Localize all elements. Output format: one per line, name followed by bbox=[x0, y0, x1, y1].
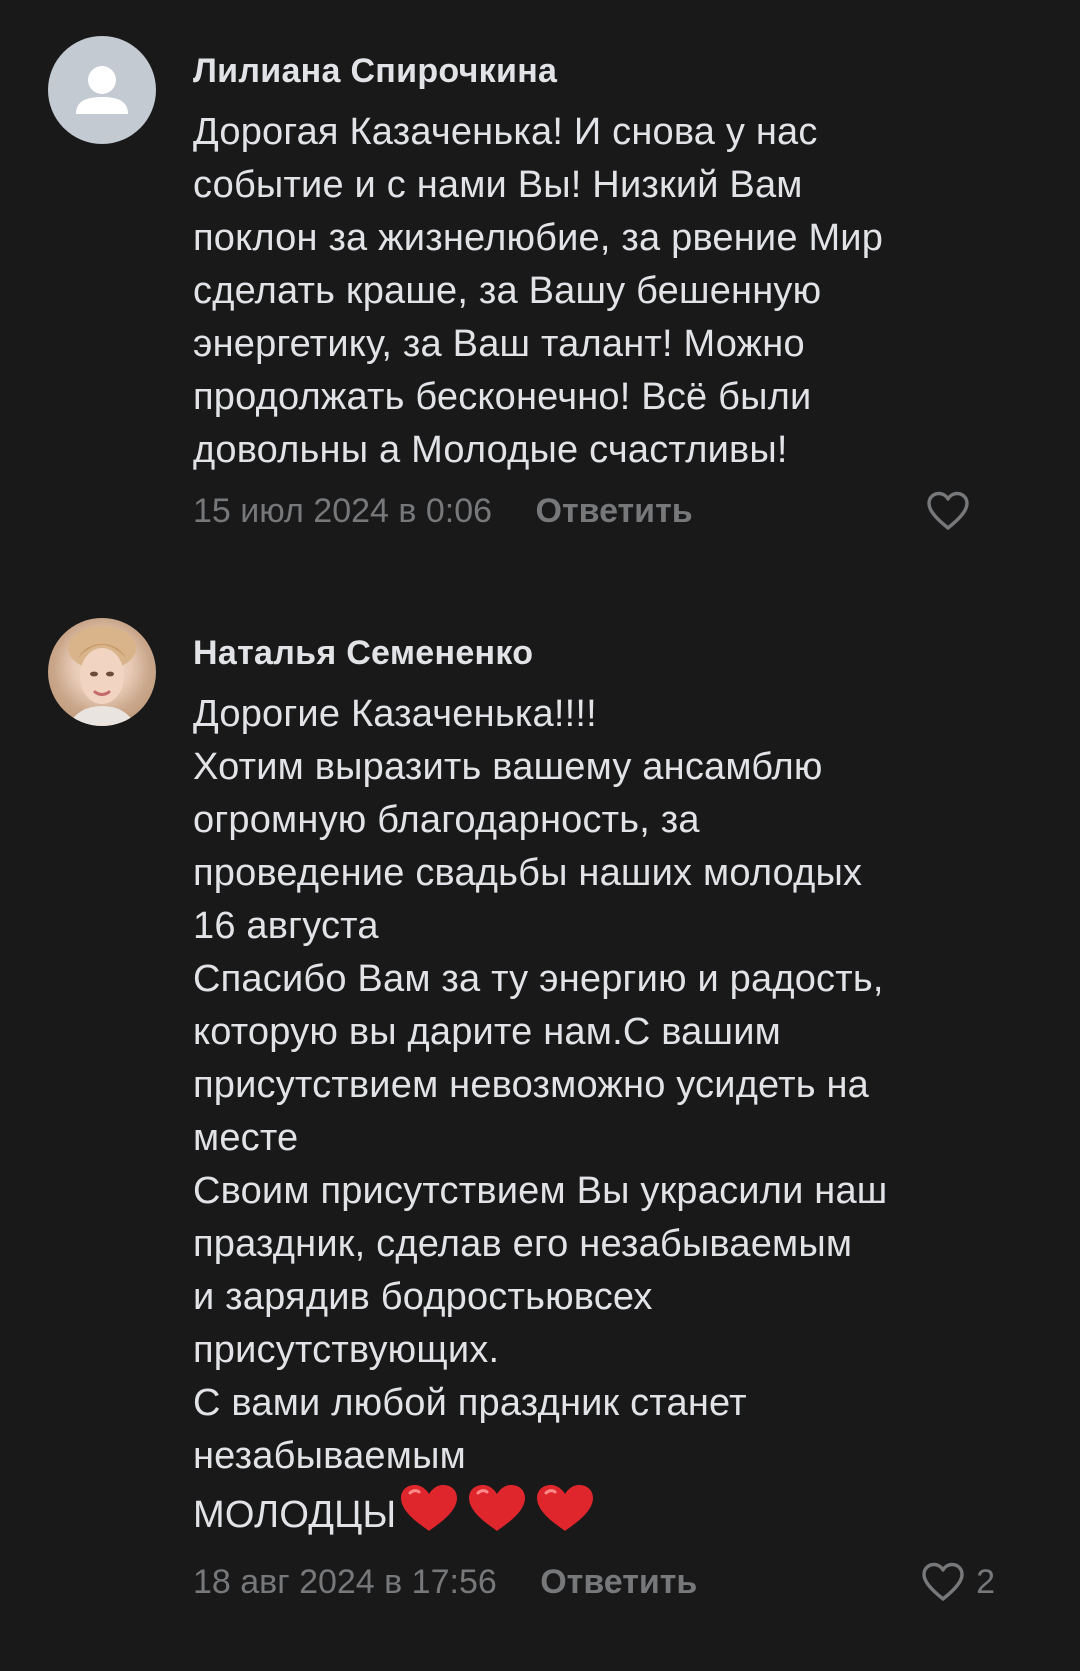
comment-author[interactable]: Лилиана Спирочкина bbox=[193, 36, 1043, 106]
avatar[interactable] bbox=[48, 36, 156, 144]
comment-author[interactable]: Наталья Семененко bbox=[193, 618, 1043, 688]
comment-date: 18 авг 2024 в 17:56 bbox=[193, 1563, 497, 1601]
heart-outline-icon bbox=[922, 1562, 964, 1601]
reply-button[interactable]: Ответить bbox=[536, 481, 693, 541]
like-button[interactable]: 2 bbox=[920, 1558, 995, 1606]
user-photo bbox=[68, 626, 136, 726]
reply-button[interactable]: Ответить bbox=[540, 1552, 697, 1612]
comment-content: Наталья Семененко Дорогие Казаченька!!!!… bbox=[193, 618, 1043, 1612]
comment-text-body: Дорогие Казаченька!!!! Хотим выразить ва… bbox=[193, 693, 888, 1536]
comment-content: Лилиана Спирочкина Дорогая Казаченька! И… bbox=[193, 36, 1043, 541]
heart-outline-icon bbox=[927, 491, 969, 530]
comment-text: Дорогие Казаченька!!!! Хотим выразить ва… bbox=[193, 688, 1043, 1548]
like-count: 2 bbox=[976, 1563, 995, 1601]
comment-meta: 15 июл 2024 в 0:06 Ответить bbox=[193, 481, 1043, 541]
comment-date: 15 июл 2024 в 0:06 bbox=[193, 492, 493, 530]
red-heart-emoji-icon bbox=[530, 1483, 596, 1548]
user-placeholder-icon bbox=[76, 66, 128, 114]
like-button[interactable] bbox=[925, 487, 981, 535]
comment-meta: 18 авг 2024 в 17:56 Ответить 2 bbox=[193, 1552, 1043, 1612]
avatar[interactable] bbox=[48, 618, 156, 726]
comment-text: Дорогая Казаченька! И снова у нас событи… bbox=[193, 111, 884, 471]
red-heart-emoji-icon bbox=[462, 1483, 528, 1548]
red-heart-emoji-icon bbox=[398, 1483, 460, 1548]
